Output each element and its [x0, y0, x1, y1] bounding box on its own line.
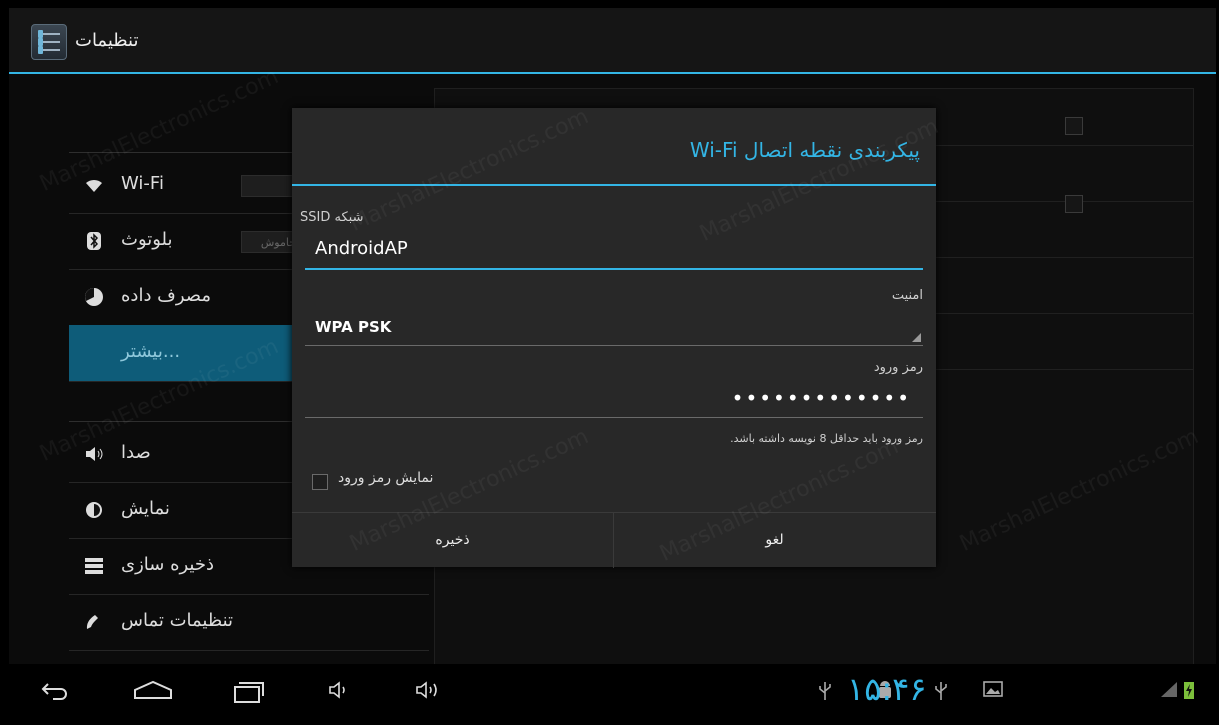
data-usage-icon — [83, 286, 105, 308]
recent-apps-icon[interactable] — [231, 678, 267, 708]
security-value: WPA PSK — [315, 318, 392, 336]
app-title: تنظیمات — [75, 30, 139, 51]
password-input[interactable]: ••••••••••••• — [305, 386, 923, 418]
show-password-label[interactable]: نمایش رمز ورود — [338, 470, 433, 486]
ssid-value: AndroidAP — [315, 238, 408, 259]
sidebar-item-label: صدا — [121, 442, 151, 463]
volume-down-icon[interactable] — [327, 678, 351, 708]
security-dropdown[interactable]: WPA PSK — [305, 318, 923, 346]
ssid-label: شبکه SSID — [300, 210, 364, 225]
sidebar-item-label: Wi-Fi — [121, 173, 164, 194]
password-label: رمز ورود — [873, 360, 923, 375]
volume-up-icon[interactable] — [414, 678, 446, 708]
sidebar-item-label: بیشتر... — [121, 341, 181, 362]
phone-icon — [83, 611, 105, 633]
usb-icon — [817, 680, 833, 709]
password-hint: رمز ورود باید حداقل 8 نویسه داشته باشد. — [730, 432, 923, 445]
security-label: امنیت — [891, 288, 923, 303]
volume-icon — [83, 443, 105, 465]
password-value: ••••••••••••• — [731, 386, 911, 410]
system-bar: ۱۵:۴۶ — [9, 664, 1216, 723]
hotspot-config-dialog: پیکربندی نقطه اتصال Wi-Fi شبکه SSID Andr… — [292, 108, 936, 568]
sidebar-item-call-settings[interactable]: تنظیمات تماس — [69, 594, 429, 651]
sidebar-item-label: مصرف داده — [121, 285, 212, 306]
sidebar-item-label: نمایش — [121, 498, 170, 519]
usb-storage-icon — [933, 680, 949, 709]
signal-icon — [1159, 680, 1179, 705]
show-password-checkbox[interactable] — [312, 474, 328, 490]
dialog-title: پیکربندی نقطه اتصال Wi-Fi — [689, 138, 920, 162]
dropdown-arrow-icon — [912, 333, 921, 342]
screenshot-icon — [983, 680, 1003, 705]
checkbox[interactable] — [1065, 117, 1083, 135]
battery-charging-icon — [1183, 680, 1195, 707]
save-button[interactable]: ذخیره — [292, 513, 614, 568]
sidebar-item-label: تنظیمات تماس — [121, 610, 234, 631]
settings-app-icon[interactable] — [31, 24, 67, 60]
screen: تنظیمات Wi-Fi بلوتوث خاموش مصرف داده بیش… — [9, 8, 1216, 723]
status-clock: ۱۵:۴۶ — [847, 670, 927, 708]
ssid-input[interactable]: AndroidAP — [305, 238, 923, 270]
cancel-button[interactable]: لغو — [614, 513, 935, 568]
brightness-icon — [83, 499, 105, 521]
sidebar-item-label: ذخیره سازی — [121, 554, 215, 575]
bluetooth-icon — [83, 230, 105, 252]
dialog-button-bar: ذخیره لغو — [292, 512, 936, 568]
back-icon[interactable] — [37, 678, 71, 708]
sidebar-item-label: بلوتوث — [121, 229, 173, 250]
wifi-icon — [83, 174, 105, 196]
action-bar: تنظیمات — [9, 8, 1216, 74]
storage-icon — [83, 555, 105, 577]
home-icon[interactable] — [131, 678, 175, 708]
